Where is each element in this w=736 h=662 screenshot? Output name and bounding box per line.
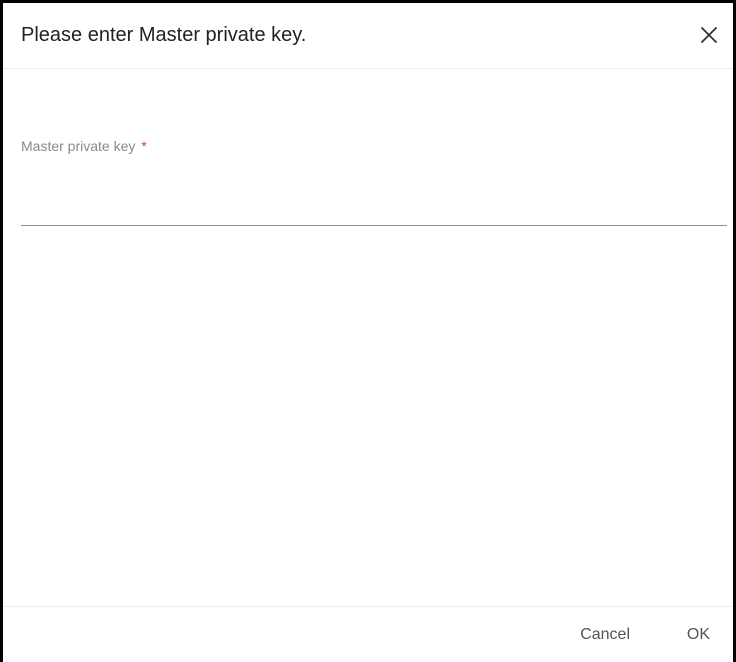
close-icon: [701, 27, 717, 43]
dialog-body: Master private key *: [3, 70, 733, 606]
cancel-button[interactable]: Cancel: [574, 622, 636, 648]
dialog-title: Please enter Master private key.: [21, 24, 307, 46]
master-key-label-text: Master private key: [21, 138, 136, 154]
master-key-dialog: Please enter Master private key. Master …: [0, 0, 736, 662]
master-key-label: Master private key *: [21, 138, 147, 154]
master-key-input[interactable]: [21, 166, 727, 226]
required-marker: *: [141, 138, 147, 154]
dialog-header: Please enter Master private key.: [3, 3, 733, 69]
master-key-field: Master private key *: [21, 134, 727, 230]
dialog-footer: Cancel OK: [3, 606, 733, 662]
close-button[interactable]: [693, 19, 725, 51]
ok-button[interactable]: OK: [681, 622, 716, 648]
